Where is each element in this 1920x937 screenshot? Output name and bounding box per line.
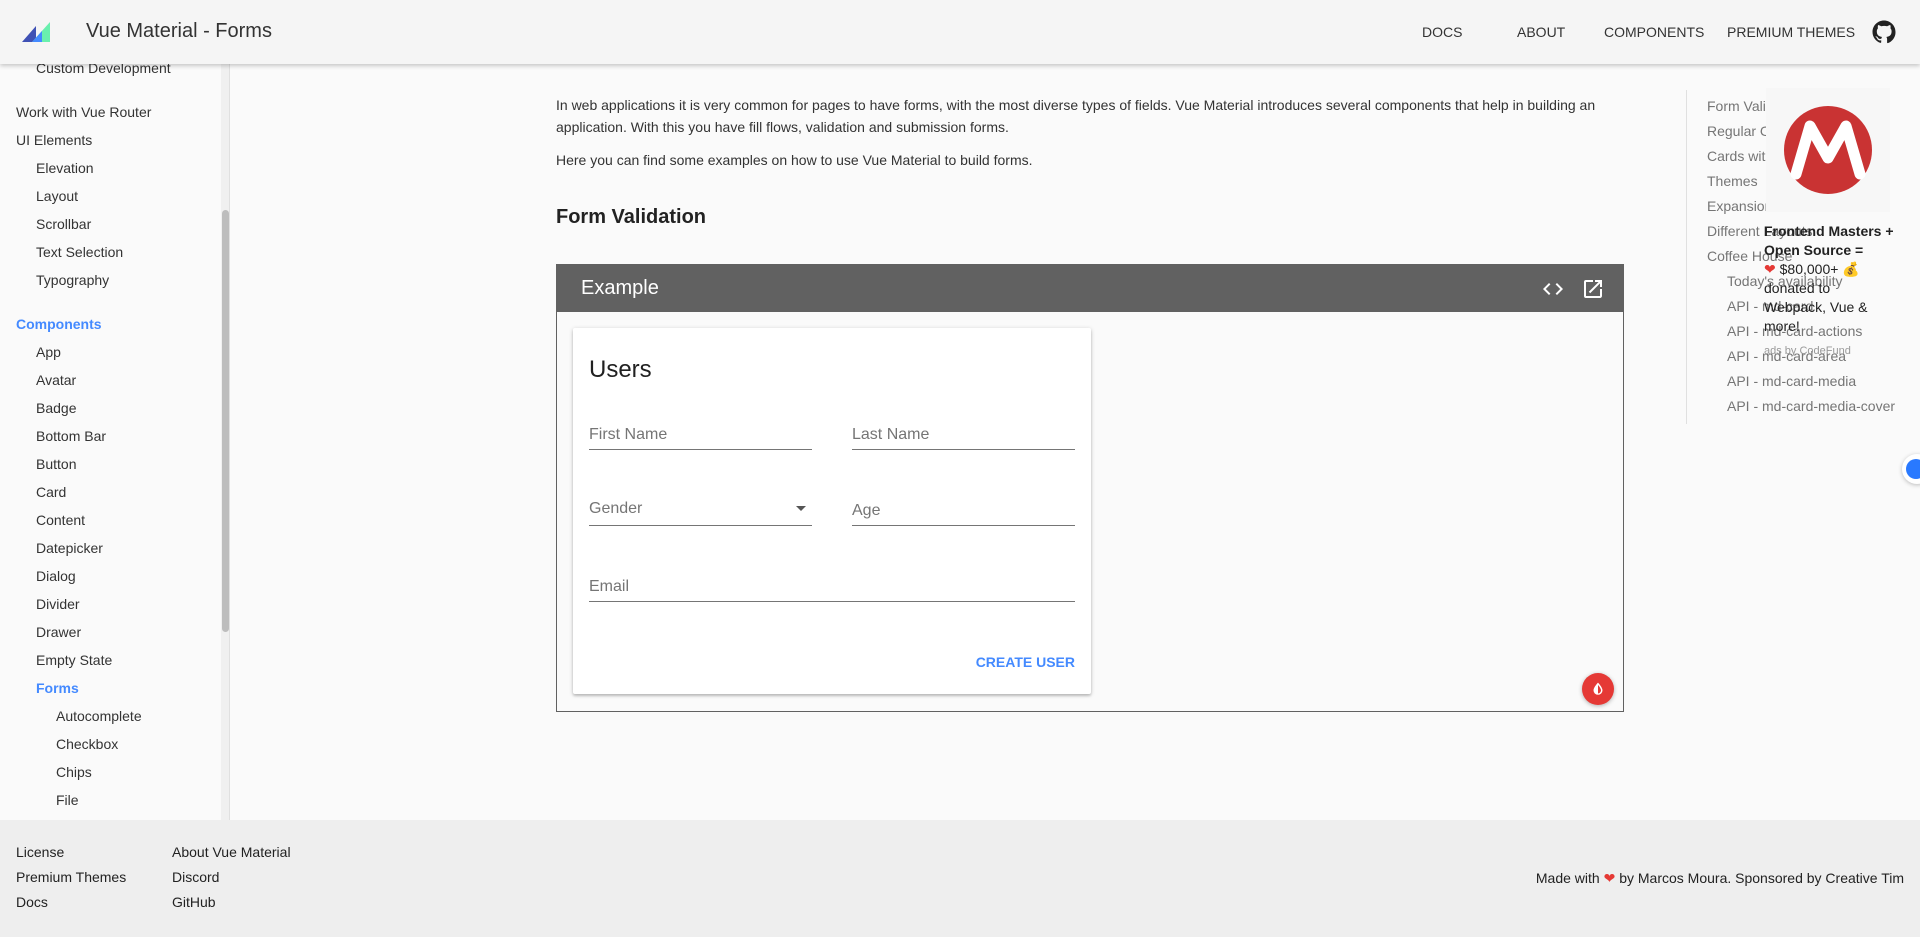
sidebar-item-work-with-vue-router[interactable]: Work with Vue Router bbox=[16, 104, 151, 120]
sidebar-nav: Custom Development Work with Vue Router … bbox=[0, 64, 230, 820]
users-form-card: Users Gender CREATE USER bbox=[573, 328, 1091, 694]
ad-text[interactable]: Frontend Masters + Open Source = ❤ $80,0… bbox=[1764, 222, 1894, 336]
open-in-new-icon[interactable] bbox=[1581, 277, 1605, 301]
card-title: Users bbox=[589, 356, 652, 383]
sidebar-item-checkbox[interactable]: Checkbox bbox=[56, 736, 118, 752]
first-name-field bbox=[589, 416, 812, 450]
example-title: Example bbox=[581, 277, 659, 299]
top-app-bar: Vue Material - Forms DOCS ABOUT COMPONEN… bbox=[0, 0, 1920, 64]
toc-item-api-md-card-media[interactable]: API - md-card-media bbox=[1727, 373, 1856, 389]
sidebar-item-chips[interactable]: Chips bbox=[56, 764, 92, 780]
sidebar-item-avatar[interactable]: Avatar bbox=[36, 372, 76, 388]
github-icon[interactable] bbox=[1872, 20, 1896, 44]
sidebar-item-card[interactable]: Card bbox=[36, 484, 66, 500]
sidebar-item-autocomplete[interactable]: Autocomplete bbox=[56, 708, 142, 724]
footer-link-about[interactable]: About Vue Material bbox=[172, 844, 291, 860]
sidebar-item-badge[interactable]: Badge bbox=[36, 400, 76, 416]
vue-material-logo[interactable] bbox=[22, 22, 52, 42]
sidebar-item-app[interactable]: App bbox=[36, 344, 61, 360]
example-panel: Example Users Gender CREATE USER bbox=[556, 264, 1624, 712]
sidebar-item-dialog[interactable]: Dialog bbox=[36, 568, 76, 584]
toc-item-themes[interactable]: Themes bbox=[1707, 173, 1758, 189]
frontend-masters-logo[interactable] bbox=[1766, 88, 1890, 212]
first-name-input[interactable] bbox=[589, 416, 812, 446]
intro-paragraph: In web applications it is very common fo… bbox=[556, 97, 1596, 135]
nav-components[interactable]: COMPONENTS bbox=[1604, 24, 1704, 40]
sidebar-item-scrollbar[interactable]: Scrollbar bbox=[36, 216, 91, 232]
footer-link-github[interactable]: GitHub bbox=[172, 894, 216, 910]
age-field bbox=[852, 492, 1075, 526]
ad-body: donated to Webpack, Vue & more! bbox=[1764, 280, 1868, 334]
theme-fab-button[interactable] bbox=[1582, 673, 1614, 705]
made-with-prefix: Made with bbox=[1535, 870, 1600, 886]
sidebar-item-button[interactable]: Button bbox=[36, 456, 76, 472]
gender-label: Gender bbox=[589, 500, 643, 517]
footer-link-license[interactable]: License bbox=[16, 844, 64, 860]
sidebar-item-layout[interactable]: Layout bbox=[36, 188, 78, 204]
sidebar-item-elevation[interactable]: Elevation bbox=[36, 160, 94, 176]
sidebar-item-ui-elements[interactable]: UI Elements bbox=[16, 132, 92, 148]
email-field bbox=[589, 568, 1075, 602]
section-title: Form Validation bbox=[556, 206, 707, 228]
intro-paragraph-2: Here you can find some examples on how t… bbox=[556, 152, 1033, 168]
email-input[interactable] bbox=[589, 568, 1075, 598]
sidebar-item-drawer[interactable]: Drawer bbox=[36, 624, 81, 640]
gender-select[interactable]: Gender bbox=[589, 492, 812, 526]
ad-headline: Frontend Masters + Open Source = bbox=[1764, 223, 1894, 258]
sidebar-item-custom-development[interactable]: Custom Development bbox=[36, 64, 171, 76]
nav-docs[interactable]: DOCS bbox=[1422, 24, 1462, 40]
toc-item-api-md-card-media-cover[interactable]: API - md-card-media-cover bbox=[1727, 398, 1895, 414]
app-title: Vue Material - Forms bbox=[86, 20, 272, 42]
sidebar-item-content[interactable]: Content bbox=[36, 512, 85, 528]
last-name-input[interactable] bbox=[852, 416, 1075, 446]
sidebar-item-bottom-bar[interactable]: Bottom Bar bbox=[36, 428, 106, 444]
sidebar-scrollbar-thumb[interactable] bbox=[222, 210, 229, 632]
nav-about[interactable]: ABOUT bbox=[1517, 24, 1565, 40]
sidebar-item-forms[interactable]: Forms bbox=[36, 680, 79, 696]
sidebar-item-text-selection[interactable]: Text Selection bbox=[36, 244, 123, 260]
sidebar-item-typography[interactable]: Typography bbox=[36, 272, 109, 288]
sidebar-item-divider[interactable]: Divider bbox=[36, 596, 80, 612]
footer-link-discord[interactable]: Discord bbox=[172, 869, 219, 885]
code-icon[interactable] bbox=[1541, 277, 1565, 301]
made-with-credit: Made with ❤ by Marcos Moura. Sponsored b… bbox=[1536, 870, 1904, 887]
sidebar-item-file[interactable]: File bbox=[56, 792, 79, 808]
dropdown-arrow-icon bbox=[796, 506, 806, 511]
ad-attribution[interactable]: ads by CodeFund bbox=[1764, 345, 1851, 357]
footer-link-docs[interactable]: Docs bbox=[16, 894, 48, 910]
sidebar-item-components[interactable]: Components bbox=[16, 316, 102, 332]
age-input[interactable] bbox=[852, 492, 1075, 522]
footer: License Premium Themes Docs About Vue Ma… bbox=[0, 820, 1920, 937]
last-name-field bbox=[852, 416, 1075, 450]
nav-premium-themes[interactable]: PREMIUM THEMES bbox=[1727, 24, 1855, 40]
sidebar-item-empty-state[interactable]: Empty State bbox=[36, 652, 112, 668]
heart-icon: ❤ bbox=[1603, 870, 1616, 886]
create-user-button[interactable]: CREATE USER bbox=[976, 654, 1075, 670]
ad-amount: $80,000+ bbox=[1779, 261, 1839, 277]
money-bag-icon: 💰 bbox=[1842, 261, 1860, 277]
sidebar-item-datepicker[interactable]: Datepicker bbox=[36, 540, 103, 556]
heart-icon: ❤ bbox=[1764, 261, 1776, 277]
floating-toggle-button[interactable] bbox=[1902, 454, 1920, 484]
example-header: Example bbox=[557, 265, 1623, 312]
footer-link-premium-themes[interactable]: Premium Themes bbox=[16, 869, 126, 885]
made-with-suffix[interactable]: by Marcos Moura. Sponsored by Creative T… bbox=[1619, 870, 1904, 886]
invert-colors-icon bbox=[1593, 682, 1603, 695]
